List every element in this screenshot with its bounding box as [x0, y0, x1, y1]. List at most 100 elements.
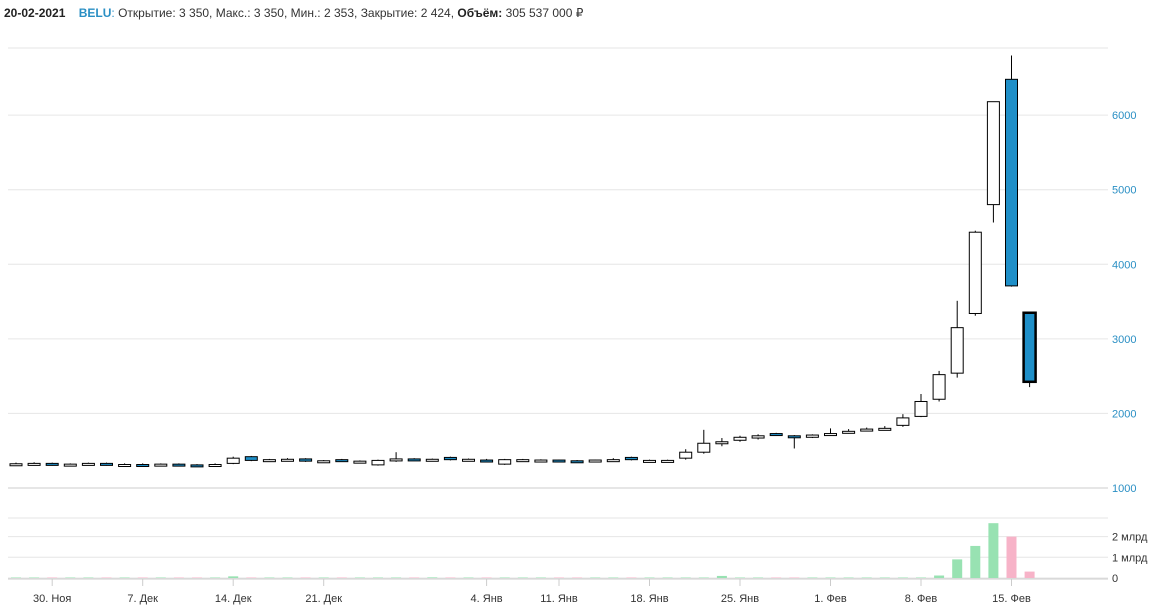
price-tick-label: 1000 — [1112, 483, 1136, 495]
candle-body — [914, 400, 928, 417]
date-tick-label: 18. Янв — [630, 593, 668, 605]
volume-bar — [626, 577, 637, 578]
date-tick-label: 15. Фев — [992, 593, 1031, 605]
volume-tick-label: 1 млрд — [1112, 552, 1148, 564]
candle-body — [733, 436, 747, 441]
volume-bar — [952, 559, 963, 578]
candle-body — [697, 442, 711, 453]
candle-body — [100, 462, 113, 466]
candle-body — [226, 457, 240, 464]
candle-body — [63, 463, 77, 467]
volume-bar — [825, 577, 836, 578]
volume-bar — [535, 577, 546, 578]
candle-body — [190, 464, 204, 468]
date-tick-label: 21. Дек — [305, 593, 342, 605]
date-axis: 30. Ноя 7. Дек 14. Дек 21. Дек 4. Янв 11. Янв… — [8, 578, 1108, 605]
price-tick-label: 3000 — [1112, 334, 1136, 346]
volume-bar — [590, 577, 601, 578]
candle-body — [606, 459, 620, 463]
volume-bar — [735, 577, 745, 578]
volume-bar — [409, 577, 420, 578]
candle-body — [824, 433, 837, 437]
candle-body — [751, 435, 765, 439]
grid-lines — [8, 47, 1108, 489]
volume-bar — [354, 577, 365, 578]
date-tick-label: 30. Ноя — [33, 593, 71, 605]
date-tick-label: 11. Янв — [540, 593, 578, 605]
candle-bodies — [9, 78, 1037, 468]
price-chart[interactable]: 1000 2000 3000 4000 5000 6000 0 1 млрд 2 млрд 3… — [0, 0, 1163, 610]
date-tick-label: 1. Фев — [814, 593, 847, 605]
candle-body — [299, 458, 313, 462]
candle-body — [208, 464, 222, 468]
volume-bar — [934, 575, 945, 578]
volume-bar — [65, 577, 76, 578]
candle-body — [805, 434, 819, 438]
volume-bar — [1006, 536, 1017, 578]
volume-bar — [771, 577, 782, 578]
candle-body — [480, 459, 494, 463]
candle-body — [317, 460, 331, 464]
candle-body — [118, 464, 132, 468]
candle-body — [534, 459, 548, 463]
candle-body — [787, 435, 801, 439]
candle-body — [281, 458, 294, 462]
candle-body — [443, 456, 457, 461]
volume-bar — [789, 577, 800, 578]
volume-bar — [572, 577, 583, 578]
volume-bar — [173, 577, 184, 578]
volume-bar — [47, 577, 58, 578]
volume-bars — [11, 523, 1035, 578]
volume-bar — [11, 577, 21, 578]
candle-body — [498, 459, 512, 465]
candle-body — [407, 458, 421, 462]
volume-bar — [427, 577, 438, 578]
price-axis: 1000 2000 3000 4000 5000 6000 — [1112, 110, 1136, 495]
candle-body — [81, 462, 95, 466]
volume-bar — [897, 577, 908, 578]
volume-bar — [861, 577, 872, 578]
candle-body — [27, 462, 41, 466]
candle-body — [1022, 311, 1037, 384]
candle-wicks — [15, 55, 1031, 466]
candle-body — [932, 374, 946, 400]
price-tick-label: 6000 — [1112, 110, 1136, 122]
volume-bar — [644, 577, 655, 578]
volume-bar — [282, 577, 293, 578]
volume-bar — [807, 577, 818, 578]
candle-body — [661, 459, 675, 463]
candle-body — [244, 456, 258, 461]
candle-body — [643, 459, 656, 463]
volume-bar — [391, 577, 402, 578]
volume-tick-label: 2 млрд — [1112, 532, 1148, 544]
volume-bar — [336, 577, 347, 578]
candle-body — [968, 231, 982, 314]
volume-bar — [970, 545, 981, 578]
volume-bar — [101, 577, 112, 578]
candle-body — [552, 459, 566, 463]
volume-bar — [662, 577, 673, 578]
volume-bar — [988, 523, 999, 578]
candle-body — [950, 327, 964, 374]
date-tick-label: 14. Дек — [215, 593, 252, 605]
volume-bar — [879, 577, 890, 578]
price-tick-label: 2000 — [1112, 408, 1136, 420]
candle-body — [715, 441, 729, 445]
volume-bar — [228, 576, 239, 578]
candle-body — [769, 433, 783, 437]
volume-bar — [445, 577, 456, 578]
volume-bar — [264, 577, 275, 578]
volume-bar — [843, 577, 854, 578]
volume-bar — [499, 577, 510, 578]
volume-bar — [481, 577, 492, 578]
volume-bar — [29, 577, 40, 578]
candle-body — [896, 417, 910, 426]
date-tick-label: 4. Янв — [471, 593, 503, 605]
candle-body — [570, 460, 584, 464]
volume-axis: 0 1 млрд 2 млрд — [1112, 532, 1148, 585]
candle-body — [860, 428, 874, 432]
price-tick-label: 5000 — [1112, 185, 1136, 197]
candle-body — [679, 451, 693, 459]
volume-bar — [192, 577, 202, 578]
volume-grid — [8, 517, 1108, 579]
